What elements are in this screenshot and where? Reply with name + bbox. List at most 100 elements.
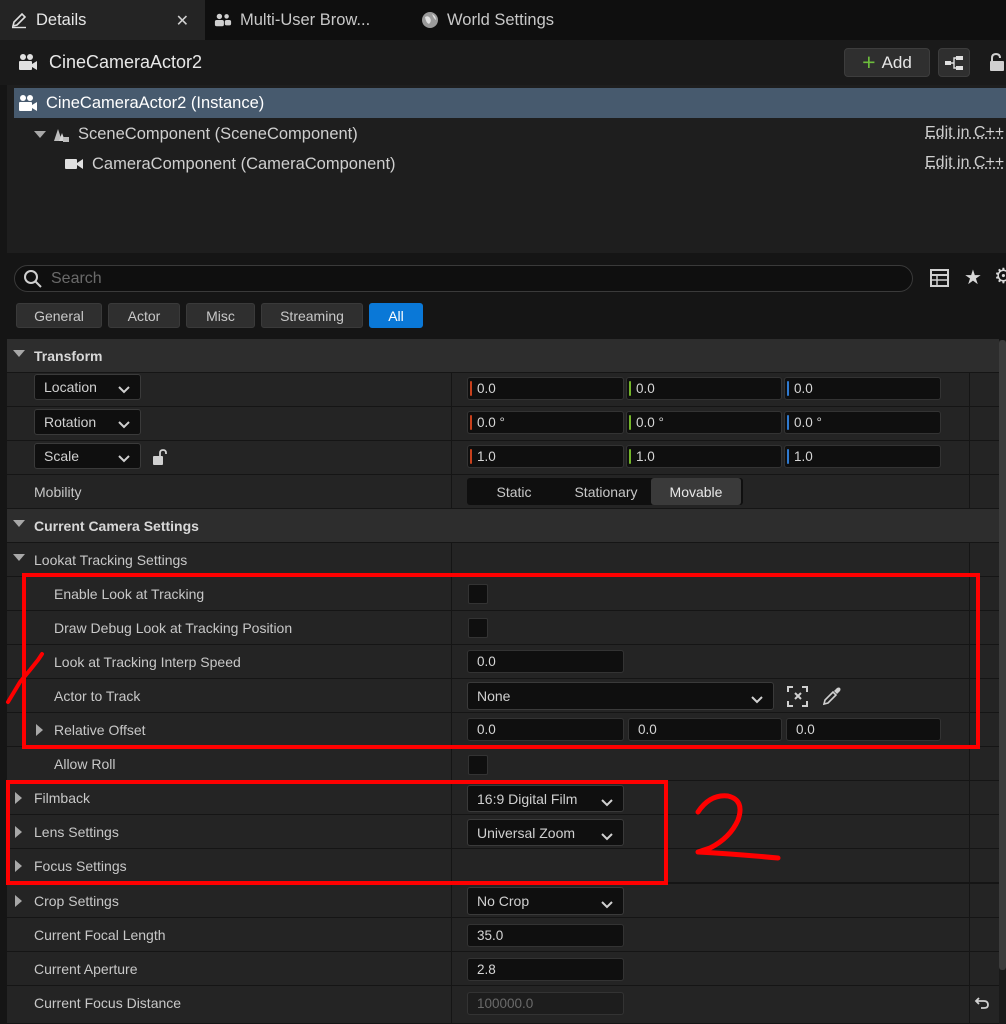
crop-settings-label: Crop Settings	[34, 893, 119, 909]
collapse-arrow-icon[interactable]	[34, 131, 46, 138]
mobility-stationary-option[interactable]: Stationary	[561, 478, 651, 505]
filter-streaming-button[interactable]: Streaming	[261, 303, 363, 328]
scene-component-icon	[52, 125, 70, 143]
aperture-input[interactable]: 2.8	[467, 958, 624, 981]
allow-roll-label: Allow Roll	[54, 756, 115, 772]
star-icon[interactable]: ★	[964, 268, 982, 288]
scale-x-input[interactable]: 1.0	[467, 445, 624, 468]
tree-item-instance[interactable]: CineCameraActor2 (Instance)	[14, 88, 1006, 118]
tab-world-settings-label: World Settings	[447, 11, 554, 30]
rotation-dropdown[interactable]: Rotation	[34, 409, 141, 435]
annotation-mark-1	[0, 640, 50, 710]
edit-in-cpp-link[interactable]: Edit in C++	[925, 124, 1004, 142]
property-row-location: Location 0.0 0.0 0.0	[7, 373, 999, 407]
scale-z-input[interactable]: 1.0	[784, 445, 941, 468]
property-row-rotation: Rotation 0.0 ° 0.0 ° 0.0 °	[7, 407, 999, 441]
users-icon	[214, 11, 232, 29]
globe-icon	[421, 11, 439, 29]
add-label: Add	[882, 53, 912, 73]
category-label: Transform	[34, 348, 102, 364]
annotation-box-1	[22, 573, 980, 749]
crop-settings-dropdown[interactable]: No Crop	[467, 887, 624, 915]
collapse-arrow-icon[interactable]	[13, 520, 25, 527]
scale-y-input[interactable]: 1.0	[626, 445, 782, 468]
location-z-input[interactable]: 0.0	[784, 377, 941, 400]
collapse-arrow-icon[interactable]	[13, 554, 25, 561]
tree-item-label: CineCameraActor2 (Instance)	[46, 94, 264, 113]
filter-general-button[interactable]: General	[16, 303, 102, 328]
chevron-down-icon	[118, 450, 130, 466]
scale-dropdown[interactable]: Scale	[34, 443, 141, 469]
tab-bar: Details ✕ Multi-User Brow... World Setti…	[0, 0, 1006, 40]
property-row-crop-settings: Crop Settings No Crop	[7, 884, 999, 918]
annotation-box-2	[6, 780, 668, 885]
unlock-icon[interactable]	[151, 448, 169, 471]
chevron-down-icon	[601, 896, 613, 912]
tree-item-label: SceneComponent (SceneComponent)	[78, 125, 358, 144]
scrollbar-thumb[interactable]	[999, 340, 1006, 970]
mobility-movable-option[interactable]: Movable	[651, 478, 741, 505]
focus-distance-input: 100000.0	[467, 992, 624, 1015]
blueprint-icon	[944, 55, 964, 71]
location-dropdown[interactable]: Location	[34, 374, 141, 400]
filter-all-button[interactable]: All	[369, 303, 423, 328]
camera-actor-icon	[18, 53, 38, 76]
rotation-x-input[interactable]: 0.0 °	[467, 411, 624, 434]
chevron-down-icon	[118, 416, 130, 432]
filter-actor-button[interactable]: Actor	[108, 303, 180, 328]
add-component-button[interactable]: + Add	[844, 48, 930, 77]
allow-roll-checkbox[interactable]	[468, 755, 488, 775]
rotation-label: Rotation	[44, 414, 96, 430]
actor-name[interactable]: CineCameraActor2	[49, 52, 202, 73]
property-row-focus-distance: Current Focus Distance 100000.0	[7, 986, 999, 1024]
plus-icon: +	[862, 51, 875, 74]
rotation-z-input[interactable]: 0.0 °	[784, 411, 941, 434]
video-camera-icon	[64, 157, 84, 171]
close-icon[interactable]: ✕	[176, 11, 189, 31]
tab-multi-user-browser[interactable]: Multi-User Brow...	[214, 0, 404, 40]
focus-distance-label: Current Focus Distance	[34, 995, 181, 1011]
tab-world-settings[interactable]: World Settings	[421, 0, 601, 40]
tab-details-label: Details	[36, 11, 86, 30]
property-row-scale: Scale 1.0 1.0 1.0	[7, 441, 999, 475]
property-row-aperture: Current Aperture 2.8	[7, 952, 999, 986]
crop-settings-value: No Crop	[477, 893, 529, 909]
gear-icon[interactable]: ⚙	[994, 266, 1006, 287]
category-transform[interactable]: Transform	[7, 339, 999, 373]
property-row-allow-roll: Allow Roll	[7, 747, 999, 781]
rotation-y-input[interactable]: 0.0 °	[626, 411, 782, 434]
lock-icon[interactable]	[988, 52, 1006, 77]
table-view-icon[interactable]	[930, 269, 949, 292]
property-row-lookat-tracking[interactable]: Lookat Tracking Settings	[7, 543, 999, 577]
collapse-arrow-icon[interactable]	[13, 350, 25, 357]
tree-item-label: CameraComponent (CameraComponent)	[92, 155, 396, 174]
category-current-camera-settings[interactable]: Current Camera Settings	[7, 509, 999, 543]
pencil-icon	[10, 11, 28, 29]
expand-arrow-icon[interactable]	[15, 895, 22, 907]
search-icon	[23, 269, 43, 289]
scale-label: Scale	[44, 448, 79, 464]
reset-arrow-icon[interactable]	[974, 995, 990, 1016]
tree-item-scene-component[interactable]: SceneComponent (SceneComponent)	[34, 120, 358, 148]
filter-misc-button[interactable]: Misc	[186, 303, 255, 328]
focal-length-input[interactable]: 35.0	[467, 924, 624, 947]
annotation-mark-2	[690, 790, 790, 865]
category-label: Current Camera Settings	[34, 518, 199, 534]
tab-multi-user-label: Multi-User Brow...	[240, 11, 370, 30]
aperture-label: Current Aperture	[34, 961, 138, 977]
tree-item-camera-component[interactable]: CameraComponent (CameraComponent)	[64, 150, 396, 178]
blueprint-button[interactable]	[938, 48, 970, 77]
edit-in-cpp-link[interactable]: Edit in C++	[925, 154, 1004, 172]
mobility-selector: Static Stationary Movable	[467, 478, 743, 505]
tab-details[interactable]: Details ✕	[0, 0, 205, 40]
lookat-tracking-label: Lookat Tracking Settings	[34, 552, 187, 568]
location-y-input[interactable]: 0.0	[626, 377, 782, 400]
focal-length-label: Current Focal Length	[34, 927, 166, 943]
mobility-static-option[interactable]: Static	[467, 478, 561, 505]
location-label: Location	[44, 379, 97, 395]
search-input[interactable]: Search	[14, 265, 913, 292]
camera-actor-icon	[18, 94, 38, 112]
chevron-down-icon	[118, 381, 130, 397]
location-x-input[interactable]: 0.0	[467, 377, 624, 400]
search-placeholder: Search	[51, 270, 102, 288]
